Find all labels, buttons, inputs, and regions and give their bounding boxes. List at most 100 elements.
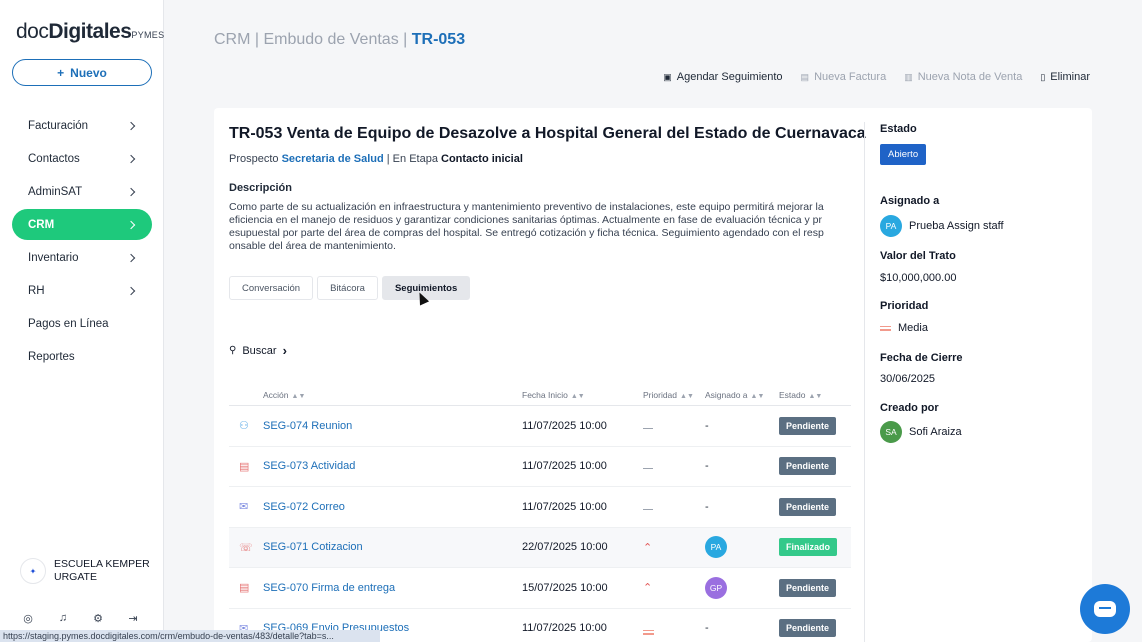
sidebar-item-pagos-en-línea[interactable]: Pagos en Línea bbox=[12, 308, 152, 339]
prospect-link[interactable]: Secretaria de Salud bbox=[282, 153, 384, 165]
asignado-empty: - bbox=[705, 419, 709, 432]
new-button[interactable]: + Nuevo bbox=[12, 59, 152, 86]
table-row[interactable]: ▤ SEG-073 Actividad 11/07/2025 10:00 - Pendi… bbox=[229, 447, 851, 487]
header-prioridad-label: Prioridad bbox=[643, 389, 678, 400]
description-label: Descripción bbox=[229, 182, 292, 194]
row-prioridad: ⌃ bbox=[641, 541, 705, 554]
logo[interactable]: docDigitalesPYMES bbox=[16, 20, 164, 44]
search-icon: ⚲ bbox=[229, 345, 237, 356]
header-asignado[interactable]: Asignado a ▲▼ bbox=[705, 390, 779, 400]
sidebar-nav: Facturación Contactos AdminSAT CRM Inventari… bbox=[12, 110, 152, 374]
sidebar-item-facturación[interactable]: Facturación bbox=[12, 110, 152, 141]
sidebar-item-reportes[interactable]: Reportes bbox=[12, 341, 152, 372]
logout-icon[interactable]: ⇥ bbox=[127, 612, 139, 625]
deal-title: TR-053 Venta de Equipo de Desazolve a Ho… bbox=[229, 125, 866, 142]
prioridad-text: Media bbox=[898, 322, 928, 334]
description-text: Como parte de su actualización en infrae… bbox=[229, 201, 824, 252]
action-nueva-factura[interactable]: ▤ Nueva Factura bbox=[801, 71, 887, 83]
user-circle-icon[interactable]: ◎ bbox=[22, 612, 34, 625]
sidebar-item-contactos[interactable]: Contactos bbox=[12, 143, 152, 174]
row-fecha: 11/07/2025 10:00 bbox=[522, 419, 607, 432]
priority-medium-icon bbox=[880, 325, 891, 331]
estado-button[interactable]: Abierto bbox=[880, 144, 927, 165]
priority-low-icon bbox=[643, 468, 653, 470]
search-toggle[interactable]: ⚲ Buscar › bbox=[229, 343, 287, 358]
search-label: Buscar bbox=[242, 344, 277, 357]
avatar: SA bbox=[880, 421, 902, 443]
sidebar-item-label: AdminSAT bbox=[28, 185, 83, 198]
row-estado: Pendiente bbox=[779, 619, 851, 638]
cierre-value: 30/06/2025 bbox=[880, 373, 936, 385]
priority-medium-icon bbox=[643, 629, 654, 635]
prioridad-value: Media bbox=[880, 322, 928, 334]
tab-bitácora[interactable]: Bitácora bbox=[317, 276, 378, 300]
row-accion-link[interactable]: SEG-070 Firma de entrega bbox=[263, 582, 522, 594]
chevron-right-icon bbox=[126, 220, 136, 229]
breadcrumb-embudo[interactable]: Embudo de Ventas bbox=[263, 31, 398, 48]
deal-subtitle: Prospecto Secretaria de Salud | En Etapa… bbox=[229, 153, 523, 165]
breadcrumb: CRM | Embudo de Ventas | TR-053 bbox=[214, 31, 465, 49]
priority-low-icon bbox=[643, 508, 653, 510]
tab-conversación[interactable]: Conversación bbox=[229, 276, 314, 300]
sidebar-item-adminsat[interactable]: AdminSAT bbox=[12, 176, 152, 207]
prospect-label: Prospecto bbox=[229, 153, 279, 165]
table-row[interactable]: ⚇ SEG-074 Reunion 11/07/2025 10:00 - Pendien… bbox=[229, 406, 851, 447]
status-badge: Finalizado bbox=[779, 538, 838, 557]
creado-value[interactable]: SA Sofi Araiza bbox=[880, 421, 962, 443]
asignado-name: Prueba Assign staff bbox=[909, 220, 1004, 232]
table-row[interactable]: ▤ SEG-070 Firma de entrega 15/07/2025 10:0… bbox=[229, 568, 851, 609]
note-icon: ▤ bbox=[239, 582, 250, 595]
row-estado: Pendiente bbox=[779, 457, 851, 476]
row-accion-link[interactable]: SEG-074 Reunion bbox=[263, 420, 522, 432]
asignado-empty: - bbox=[705, 460, 709, 473]
sort-icon: ▲▼ bbox=[680, 392, 694, 400]
phone-icon: ☏ bbox=[239, 541, 253, 554]
chat-icon bbox=[1094, 601, 1116, 617]
status-badge: Pendiente bbox=[779, 619, 837, 638]
table-row[interactable]: ✉ SEG-072 Correo 11/07/2025 10:00 - Pendient… bbox=[229, 487, 851, 528]
action-nueva-nota-de-venta[interactable]: ▥ Nueva Nota de Venta bbox=[904, 71, 1022, 83]
row-accion-link[interactable]: SEG-071 Cotizacion bbox=[263, 541, 522, 553]
asignado-empty: - bbox=[705, 622, 709, 635]
bell-icon[interactable]: ♫ bbox=[57, 612, 69, 624]
invoice-icon: ▤ bbox=[800, 71, 810, 82]
asignado-label: Asignado a bbox=[880, 195, 940, 207]
row-accion-link[interactable]: SEG-072 Correo bbox=[263, 501, 522, 513]
chat-button[interactable] bbox=[1080, 584, 1130, 634]
chevron-right-icon bbox=[126, 154, 136, 163]
sort-icon: ▲▼ bbox=[750, 392, 765, 400]
header-estado-label: Estado bbox=[779, 389, 806, 400]
row-fecha: 15/07/2025 10:00 bbox=[522, 581, 608, 594]
action-eliminar[interactable]: ▯ Eliminar bbox=[1040, 71, 1090, 83]
header-estado[interactable]: Estado ▲▼ bbox=[779, 390, 851, 400]
priority-high-icon: ⌃ bbox=[643, 582, 653, 595]
gear-icon[interactable]: ⚙ bbox=[92, 612, 104, 625]
action-agendar-seguimiento[interactable]: ▣ Agendar Seguimiento bbox=[663, 71, 782, 83]
row-accion-link[interactable]: SEG-073 Actividad bbox=[263, 460, 522, 472]
table-row[interactable]: ☏ SEG-071 Cotizacion 22/07/2025 10:00 ⌃ PA Fi… bbox=[229, 527, 851, 568]
row-prioridad: ⌃ bbox=[641, 581, 705, 594]
stage-name: Contacto inicial bbox=[441, 153, 523, 165]
header-fecha[interactable]: Fecha Inicio ▲▼ bbox=[522, 390, 641, 400]
sidebar-item-crm[interactable]: CRM bbox=[12, 209, 152, 240]
asignado-value[interactable]: PA Prueba Assign staff bbox=[880, 215, 1004, 237]
calendar-icon: ▣ bbox=[663, 71, 672, 82]
header-accion[interactable]: Acción ▲▼ bbox=[263, 390, 522, 400]
organization[interactable]: ✦ ESCUELA KEMPER URGATE bbox=[20, 558, 154, 584]
document-icon: ▥ bbox=[904, 71, 913, 82]
sidebar-item-inventario[interactable]: Inventario bbox=[12, 242, 152, 273]
creado-label: Creado por bbox=[880, 402, 939, 414]
avatar: PA bbox=[705, 536, 727, 559]
row-asignado: - bbox=[705, 420, 779, 432]
row-prioridad bbox=[641, 501, 705, 513]
header-prioridad[interactable]: Prioridad ▲▼ bbox=[641, 390, 705, 400]
chevron-right-icon: › bbox=[282, 343, 287, 358]
sort-icon: ▲▼ bbox=[570, 392, 585, 400]
breadcrumb-crm[interactable]: CRM bbox=[214, 31, 250, 48]
row-fecha: 11/07/2025 10:00 bbox=[522, 460, 607, 473]
priority-low-icon bbox=[643, 427, 653, 429]
action-label: Agendar Seguimiento bbox=[676, 71, 783, 83]
header-accion-label: Acción bbox=[263, 389, 289, 400]
sidebar-item-rh[interactable]: RH bbox=[12, 275, 152, 306]
sort-icon: ▲▼ bbox=[291, 392, 306, 400]
